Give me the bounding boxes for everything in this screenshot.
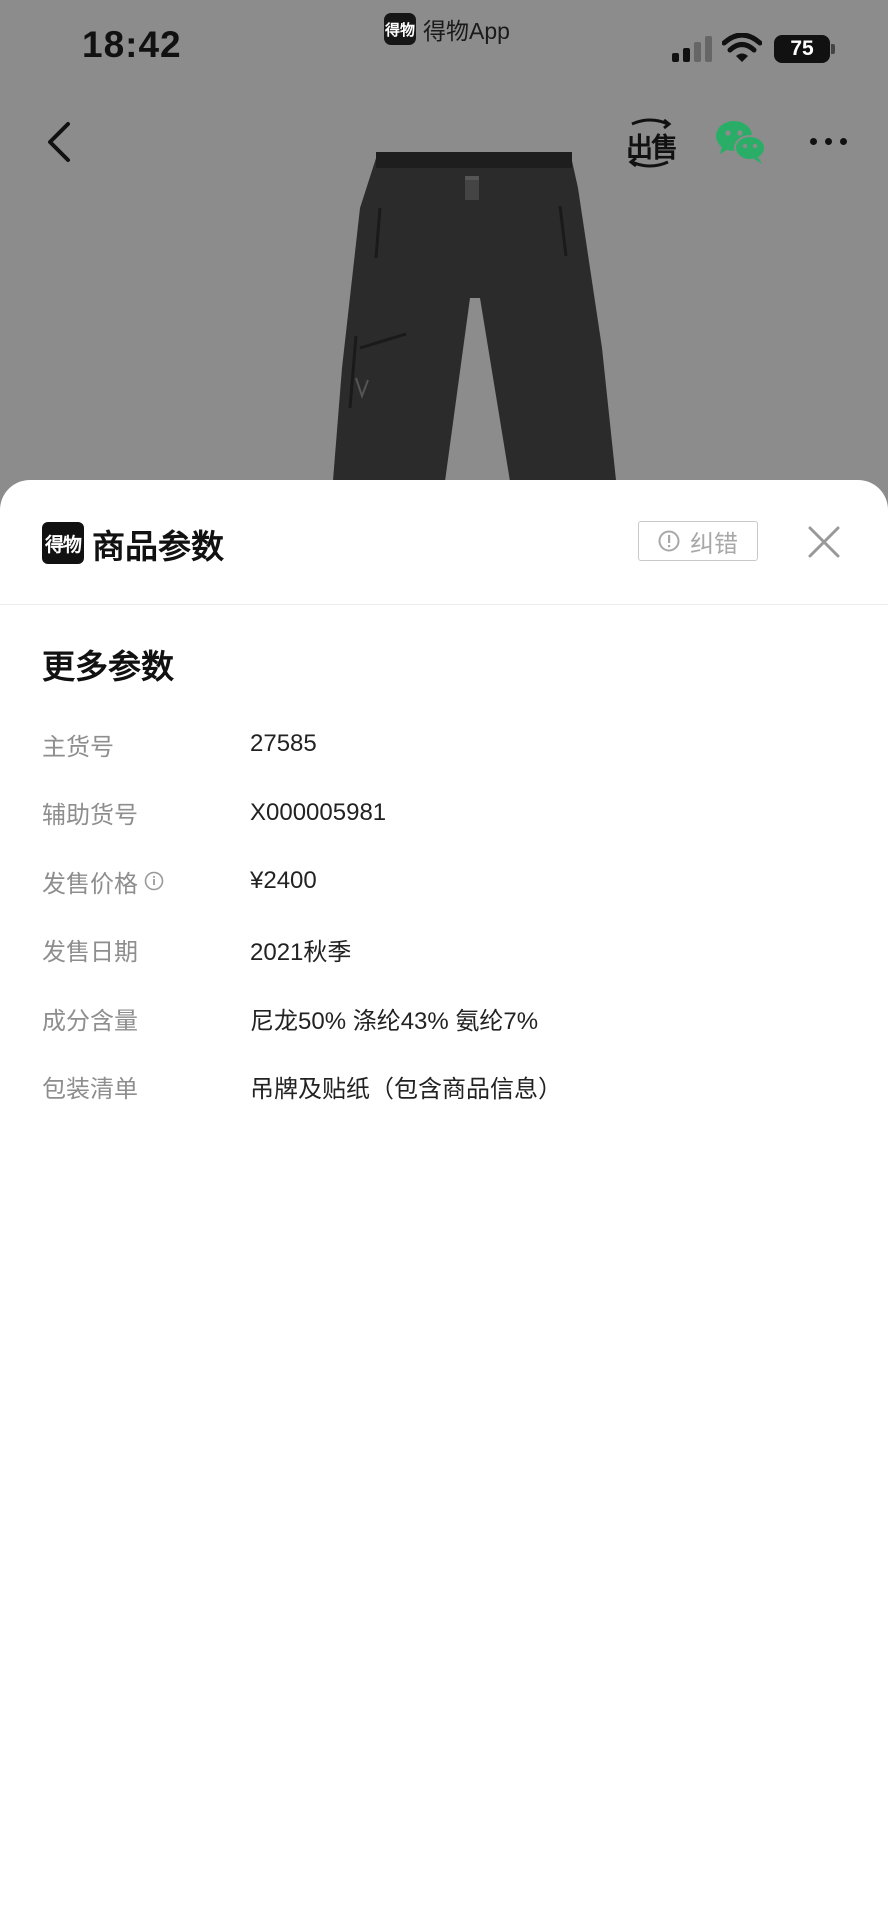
sheet-title: 商品参数 (92, 527, 224, 566)
param-label-text: 成分含量 (42, 1006, 138, 1035)
status-bar: 18:42 得物 得物App 75 (0, 0, 888, 100)
product-page-backdrop[interactable]: 18:42 得物 得物App 75 出售 (0, 0, 888, 520)
param-label: 发售价格 (42, 864, 250, 899)
screen: 18:42 得物 得物App 75 出售 得物 商品参数 纠错 更多参数 主货号… (0, 0, 888, 1920)
param-value: ¥2400 (250, 867, 317, 895)
param-label: 辅助货号 (42, 795, 250, 830)
app-name: 得物App (423, 18, 510, 44)
param-value: 尼龙50% 涤纶43% 氨纶7% (250, 1007, 539, 1035)
param-value: 2021秋季 (250, 939, 352, 967)
battery-cap (831, 44, 835, 54)
sheet-logo: 得物 (42, 522, 84, 564)
correct-button-label: 纠错 (690, 529, 738, 558)
param-label-text: 包装清单 (42, 1075, 138, 1104)
param-row-main-sku: 主货号 27585 (42, 710, 842, 779)
param-list: 主货号 27585 辅助货号 X000005981 发售价格 ¥2400 发售日… (42, 710, 842, 1121)
param-row-release-date: 发售日期 2021秋季 (42, 916, 842, 985)
battery-icon: 75 (774, 35, 830, 63)
chevron-left-icon[interactable] (40, 118, 80, 166)
battery-level: 75 (790, 37, 814, 60)
param-label-text: 发售日期 (42, 938, 138, 967)
correct-button[interactable]: 纠错 (638, 521, 758, 561)
app-logo: 得物 (384, 13, 416, 45)
param-label-text: 发售价格 (42, 869, 138, 898)
param-label-text: 辅助货号 (42, 801, 138, 830)
status-time: 18:42 (82, 24, 182, 65)
param-label-text: 主货号 (42, 732, 114, 761)
param-row-release-price: 发售价格 ¥2400 (42, 847, 842, 916)
sheet-header: 得物 商品参数 纠错 (0, 480, 888, 605)
cellular-signal-icon (672, 36, 712, 62)
app-badge: 得物 得物App (384, 12, 510, 46)
wechat-icon[interactable] (714, 118, 768, 166)
param-label: 主货号 (42, 727, 250, 762)
param-value: 吊牌及贴纸（包含商品信息） (250, 1076, 562, 1104)
param-label: 成分含量 (42, 1001, 250, 1036)
close-icon[interactable] (806, 524, 842, 560)
param-row-package-list: 包装清单 吊牌及贴纸（包含商品信息） (42, 1053, 842, 1122)
more-dots-icon[interactable] (810, 138, 847, 145)
param-value: X000005981 (250, 798, 387, 826)
info-icon[interactable] (144, 871, 164, 891)
param-label: 发售日期 (42, 932, 250, 967)
product-image[interactable] (320, 148, 660, 518)
param-value: 27585 (250, 730, 317, 758)
param-row-composition: 成分含量 尼龙50% 涤纶43% 氨纶7% (42, 984, 842, 1053)
param-row-aux-sku: 辅助货号 X000005981 (42, 779, 842, 848)
wifi-icon (722, 33, 762, 62)
param-label: 包装清单 (42, 1069, 250, 1104)
product-params-sheet: 得物 商品参数 纠错 更多参数 主货号 27585 辅助货号 X00000598… (0, 480, 888, 1920)
section-title: 更多参数 (42, 647, 174, 686)
alert-circle-icon (658, 530, 680, 552)
